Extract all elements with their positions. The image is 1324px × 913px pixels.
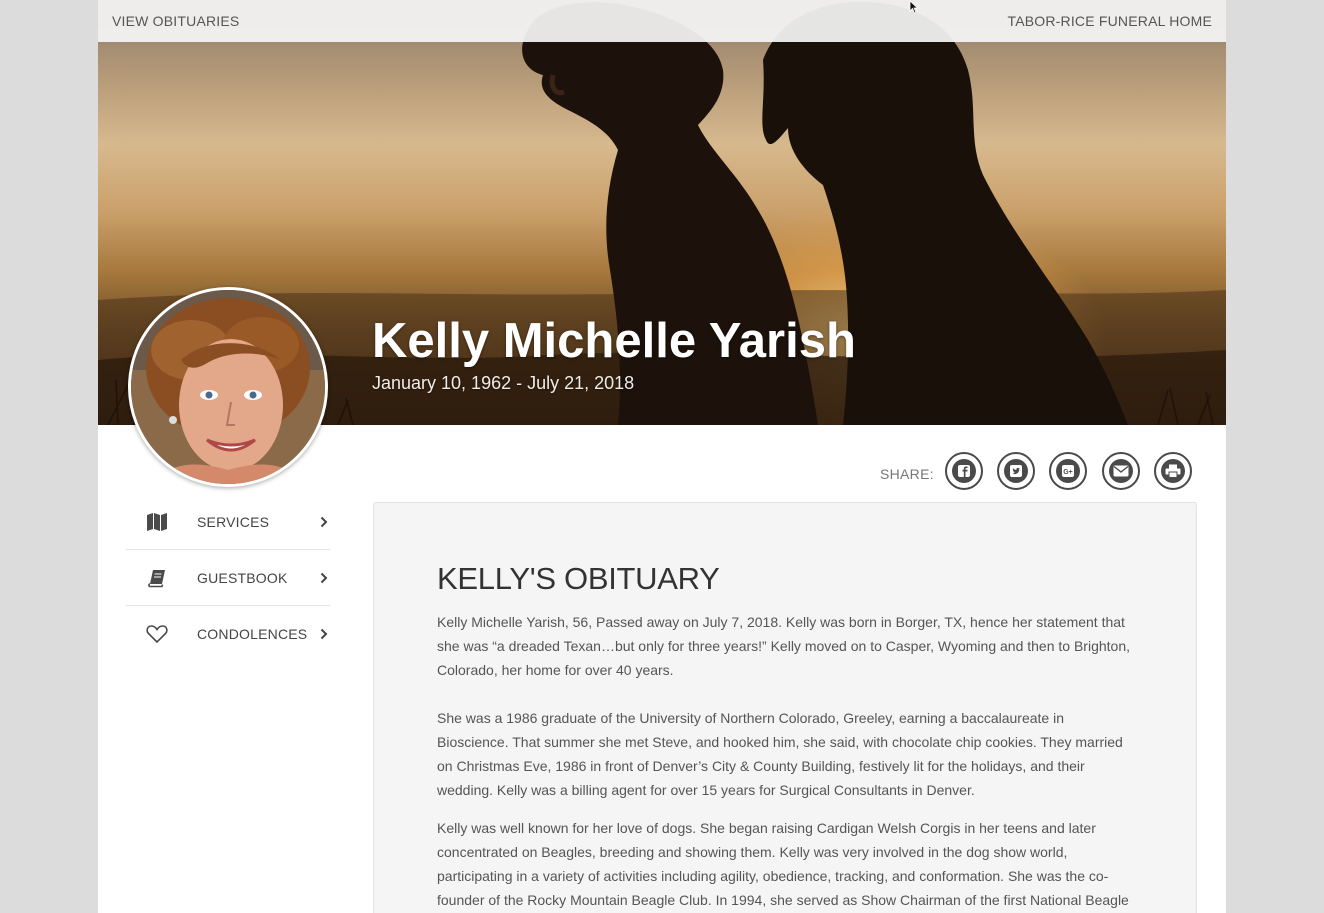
print-button[interactable] (1154, 452, 1192, 490)
email-icon (1109, 459, 1133, 483)
obituary-card: KELLY'S OBITUARY Kelly Michelle Yarish, … (373, 502, 1197, 913)
google-plus-icon: G+ (1056, 459, 1080, 483)
twitter-share-button[interactable] (997, 452, 1035, 490)
book-icon (146, 568, 168, 588)
email-share-button[interactable] (1102, 452, 1140, 490)
twitter-icon (1004, 459, 1028, 483)
portrait-photo (131, 290, 325, 484)
sidebar-item-guestbook[interactable]: GUESTBOOK (126, 550, 330, 606)
heart-icon (146, 624, 168, 644)
obituary-paragraph: Kelly Michelle Yarish, 56, Passed away o… (437, 614, 1130, 678)
obituary-heading: KELLY'S OBITUARY (437, 561, 720, 596)
life-dates: January 10, 1962 - July 21, 2018 (372, 373, 635, 393)
print-icon (1161, 459, 1185, 483)
view-obituaries-link[interactable]: VIEW OBITUARIES (112, 13, 239, 29)
sidebar-item-services[interactable]: SERVICES (126, 494, 330, 550)
obituary-page: VIEW OBITUARIES TABOR-RICE FUNERAL HOME … (98, 0, 1226, 913)
google-plus-share-button[interactable]: G+ (1049, 452, 1087, 490)
sidebar-item-condolences[interactable]: CONDOLENCES (126, 606, 330, 661)
obituary-paragraph: She was a 1986 graduate of the Universit… (437, 710, 1123, 798)
chevron-right-icon (320, 515, 328, 528)
top-navigation-bar: VIEW OBITUARIES TABOR-RICE FUNERAL HOME (98, 0, 1226, 42)
chevron-right-icon (320, 627, 328, 640)
map-icon (146, 512, 168, 532)
sidebar-item-label: GUESTBOOK (197, 570, 288, 586)
svg-text:G+: G+ (1063, 469, 1073, 476)
share-label: SHARE: (880, 466, 934, 482)
mouse-cursor-icon (909, 0, 921, 19)
facebook-icon (952, 459, 976, 483)
avatar (128, 287, 328, 487)
funeral-home-link[interactable]: TABOR-RICE FUNERAL HOME (1007, 13, 1212, 29)
sidebar-item-label: CONDOLENCES (197, 626, 308, 642)
sidebar-item-label: SERVICES (197, 514, 270, 530)
chevron-right-icon (320, 571, 328, 584)
sidebar-nav: SERVICES GUESTBOOK CONDOLENCES (126, 494, 330, 661)
facebook-share-button[interactable] (945, 452, 983, 490)
deceased-name: Kelly Michelle Yarish (372, 314, 856, 368)
obituary-paragraph: Kelly was well known for her love of dog… (437, 820, 1129, 908)
